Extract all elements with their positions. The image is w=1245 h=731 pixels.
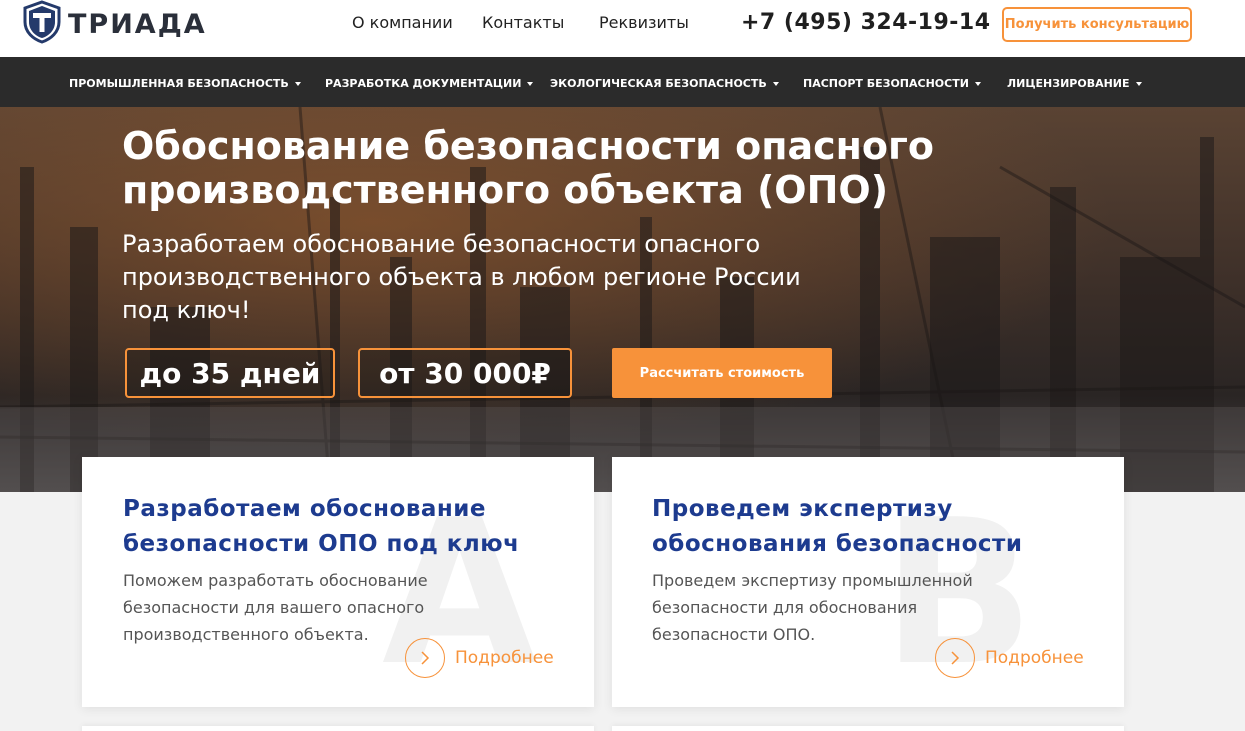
menu-item-label: ЛИЦЕНЗИРОВАНИЕ: [1007, 77, 1130, 90]
shield-t-icon: [22, 0, 62, 48]
menu-item-label: ПАСПОРТ БЕЗОПАСНОСТИ: [803, 77, 969, 90]
page-title: Обоснование безопасности опасного произв…: [122, 124, 934, 212]
service-card-expertise: В Проведем экспертизу обоснования безопа…: [612, 457, 1124, 707]
duration-badge: до 35 дней: [125, 348, 335, 398]
card-title: Разработаем обоснование безопасности ОПО…: [123, 496, 520, 557]
menu-item-licensing[interactable]: ЛИЦЕНЗИРОВАНИЕ: [1007, 77, 1142, 90]
chevron-right-icon: [405, 638, 445, 678]
nav-link-contacts[interactable]: Контакты: [482, 13, 564, 32]
more-link[interactable]: Подробнее: [405, 638, 554, 678]
service-card-development: А Разработаем обоснование безопасности О…: [82, 457, 594, 707]
card-text: Проведем экспертизу промышленной безопас…: [652, 571, 973, 644]
caret-down-icon: [974, 81, 981, 86]
more-link-label: Подробнее: [455, 648, 554, 668]
more-link-label: Подробнее: [985, 648, 1084, 668]
logo-text: ТРИАДА: [68, 8, 207, 40]
logo[interactable]: ТРИАДА: [22, 0, 207, 48]
price-badge: от 30 000₽: [358, 348, 572, 398]
main-menu: ПРОМЫШЛЕННАЯ БЕЗОПАСНОСТЬ РАЗРАБОТКА ДОК…: [0, 57, 1245, 107]
card-text: Поможем разработать обоснование безопасн…: [123, 571, 428, 644]
menu-item-label: ЭКОЛОГИЧЕСКАЯ БЕЗОПАСНОСТЬ: [550, 77, 767, 90]
caret-down-icon: [1135, 81, 1142, 86]
hero-subtitle: Разработаем обоснование безопасности опа…: [122, 230, 801, 324]
consult-button[interactable]: Получить консультацию: [1002, 7, 1192, 42]
menu-item-documentation[interactable]: РАЗРАБОТКА ДОКУМЕНТАЦИИ: [325, 77, 534, 90]
caret-down-icon: [772, 81, 779, 86]
more-link[interactable]: Подробнее: [935, 638, 1084, 678]
hero-section: Обоснование безопасности опасного произв…: [0, 107, 1245, 492]
calculate-cost-button[interactable]: Рассчитать стоимость: [612, 348, 832, 398]
caret-down-icon: [294, 81, 301, 86]
chevron-right-icon: [935, 638, 975, 678]
nav-link-about[interactable]: О компании: [352, 13, 453, 32]
next-card-edge: [612, 726, 1124, 731]
menu-item-industrial-safety[interactable]: ПРОМЫШЛЕННАЯ БЕЗОПАСНОСТЬ: [69, 77, 301, 90]
caret-down-icon: [527, 81, 534, 86]
phone-number[interactable]: +7 (495) 324-19-14: [741, 10, 991, 35]
nav-link-requisites[interactable]: Реквизиты: [599, 13, 689, 32]
next-card-edge: [82, 726, 594, 731]
menu-item-ecology[interactable]: ЭКОЛОГИЧЕСКАЯ БЕЗОПАСНОСТЬ: [550, 77, 779, 90]
card-title: Проведем экспертизу обоснования безопасн…: [652, 496, 1023, 557]
menu-item-safety-passport[interactable]: ПАСПОРТ БЕЗОПАСНОСТИ: [803, 77, 981, 90]
top-header: ТРИАДА О компании Контакты Реквизиты +7 …: [0, 0, 1245, 57]
menu-item-label: РАЗРАБОТКА ДОКУМЕНТАЦИИ: [325, 77, 522, 90]
menu-item-label: ПРОМЫШЛЕННАЯ БЕЗОПАСНОСТЬ: [69, 77, 289, 90]
